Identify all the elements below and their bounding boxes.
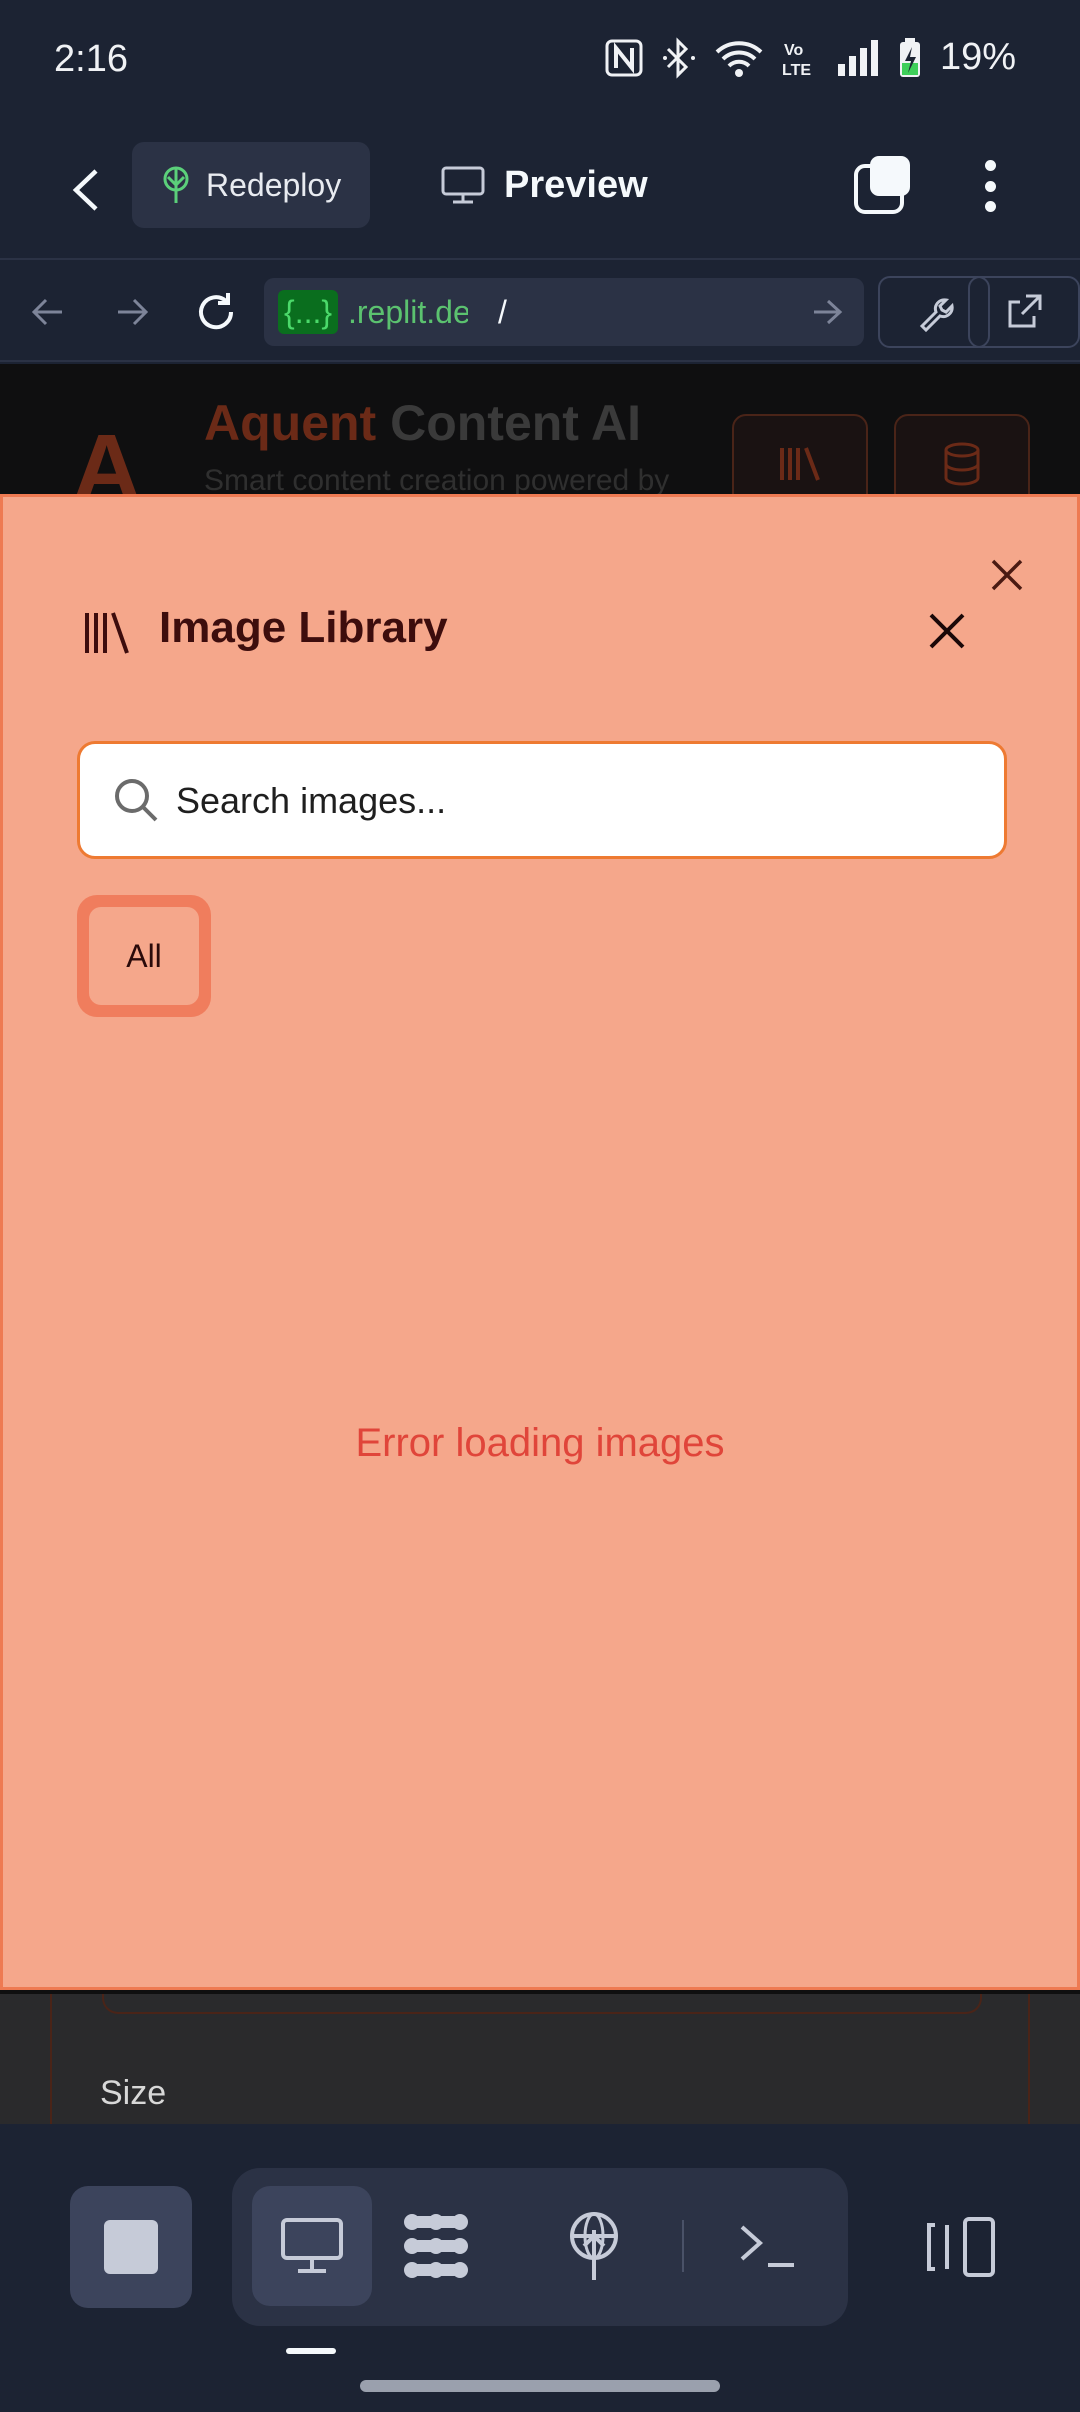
open-external-button[interactable]: [968, 276, 1080, 348]
preview-label: Preview: [504, 163, 648, 206]
close-icon[interactable]: [921, 605, 973, 657]
wifi-icon: [715, 40, 763, 77]
modal-title: Image Library: [159, 603, 448, 652]
reload-button[interactable]: [190, 286, 242, 338]
layout-toggle-button[interactable]: [900, 2186, 1022, 2308]
filter-chip-label: All: [89, 907, 199, 1005]
arrow-left-icon: [31, 298, 62, 326]
app-title: Aquent Content AI: [204, 394, 641, 452]
reload-icon: [199, 293, 234, 330]
nav-agent-tab[interactable]: [376, 2186, 496, 2306]
app-bar: Redeploy Preview: [0, 120, 1080, 260]
browser-back-button[interactable]: [22, 286, 74, 338]
workspace-tabs: [232, 2168, 848, 2326]
size-label: Size: [100, 2074, 167, 2112]
dialog-close-icon[interactable]: [981, 549, 1033, 601]
stop-button[interactable]: [70, 2186, 192, 2308]
dot-icon: [984, 160, 996, 171]
monitor-icon: [281, 2218, 343, 2273]
library-icon: [85, 612, 129, 654]
deploy-globe-icon: [570, 2212, 618, 2280]
database-icon: [944, 442, 980, 486]
status-icons: Vo LTE 19%: [604, 36, 1016, 79]
search-box: [77, 741, 1007, 859]
chevron-left-icon: [72, 169, 98, 211]
active-tab-indicator: [286, 2348, 336, 2354]
search-input[interactable]: [176, 766, 976, 836]
preview-tab[interactable]: Preview: [440, 142, 648, 228]
external-link-icon: [1008, 294, 1042, 328]
bottom-nav: [0, 2124, 1080, 2412]
url-domain: .replit.de: [348, 294, 468, 330]
back-button[interactable]: [60, 160, 110, 220]
form-card: Size: [50, 1994, 1030, 2124]
more-menu-button[interactable]: [970, 156, 1010, 216]
redeploy-button[interactable]: Redeploy: [132, 142, 370, 228]
nav-shell-tab[interactable]: [708, 2186, 828, 2306]
panel-layout-icon: [927, 2217, 995, 2277]
web-form-section: Size: [0, 1994, 1080, 2124]
nfc-icon: [605, 39, 643, 76]
wrench-icon: [919, 298, 954, 332]
nav-preview-tab[interactable]: [252, 2186, 372, 2306]
monitor-icon: [441, 166, 485, 204]
stop-icon: [104, 2220, 158, 2274]
url-path: /: [498, 294, 507, 330]
agent-icon: [404, 2214, 468, 2278]
svg-text:Vo: Vo: [784, 42, 803, 59]
battery-charging-icon: [899, 37, 920, 77]
home-indicator[interactable]: [360, 2380, 720, 2392]
tabs-switcher-button[interactable]: [852, 154, 914, 216]
error-message: Error loading images: [355, 1421, 725, 1465]
status-bar: 2:16 Vo LTE 19%: [0, 0, 1080, 120]
form-input-edge: [102, 1994, 982, 2014]
url-badge: {...}: [278, 290, 339, 334]
tabs-icon: [854, 156, 910, 214]
search-icon: [115, 779, 158, 822]
filter-chip-all[interactable]: All: [77, 895, 211, 1017]
deploy-icon: [163, 166, 189, 203]
bluetooth-icon: [662, 36, 695, 79]
go-arrow-icon[interactable]: [808, 292, 848, 332]
dot-icon: [984, 201, 996, 212]
volte-icon: Vo LTE: [782, 42, 811, 78]
svg-text:LTE: LTE: [782, 62, 811, 78]
terminal-icon: [740, 2225, 794, 2267]
app-title-rest: Content AI: [376, 395, 641, 451]
battery-percent: 19%: [939, 36, 1016, 78]
image-library-modal: Image Library All Error loading images: [0, 494, 1080, 1990]
browser-forward-button[interactable]: [106, 286, 158, 338]
url-field[interactable]: {...} .replit.de /: [264, 278, 864, 346]
library-icon: [780, 447, 820, 481]
nav-deployments-tab[interactable]: [534, 2186, 654, 2306]
signal-icon: [837, 39, 878, 76]
app-subtitle: Smart content creation powered by: [204, 464, 670, 497]
nav-divider: [682, 2220, 684, 2272]
status-time: 2:16: [54, 38, 128, 80]
arrow-right-icon: [118, 298, 149, 326]
app-title-brand: Aquent: [204, 395, 377, 451]
url-bar-row: {...} .replit.de /: [0, 262, 1080, 362]
redeploy-label: Redeploy: [206, 166, 342, 203]
dot-icon: [984, 180, 996, 192]
